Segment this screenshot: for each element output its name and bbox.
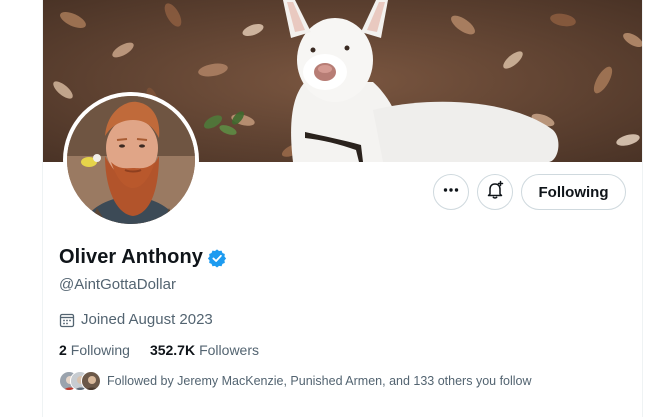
bell-add-icon: [485, 180, 505, 205]
followers-count-label: Followers: [199, 342, 259, 358]
joined-date-text: Joined August 2023: [81, 311, 213, 328]
follow-counts: 2 Following 352.7K Followers: [59, 342, 259, 358]
followed-by-avatars: [59, 371, 101, 391]
profile-avatar[interactable]: [63, 92, 199, 228]
joined-date: Joined August 2023: [59, 311, 213, 328]
profile-column: Following Oliver Anthony @AintGottaDolla…: [42, 0, 643, 417]
following-count-link[interactable]: 2 Following: [59, 342, 130, 358]
more-horizontal-icon: [442, 181, 460, 204]
avatar-image: [67, 96, 195, 224]
following-count-label: Following: [70, 342, 130, 358]
followers-count: 352.7K: [149, 342, 196, 358]
followers-count-link[interactable]: 352.7K Followers: [150, 342, 259, 358]
verified-badge-icon[interactable]: [207, 248, 227, 268]
profile-name-row: Oliver Anthony: [59, 246, 227, 269]
notifications-button[interactable]: [477, 174, 513, 210]
following-button-label: Following: [538, 183, 609, 201]
more-options-button[interactable]: [433, 174, 469, 210]
following-count: 2: [59, 342, 67, 358]
following-button[interactable]: Following: [521, 174, 626, 210]
display-name: Oliver Anthony: [59, 246, 204, 268]
calendar-icon: [59, 312, 75, 328]
profile-handle: @AintGottaDollar: [59, 276, 176, 293]
follower-avatar: [81, 371, 101, 391]
followed-by-link[interactable]: Followed by Jeremy MacKenzie, Punished A…: [59, 371, 532, 391]
followed-by-text: Followed by Jeremy MacKenzie, Punished A…: [107, 374, 532, 388]
profile-page: Following Oliver Anthony @AintGottaDolla…: [0, 0, 645, 417]
